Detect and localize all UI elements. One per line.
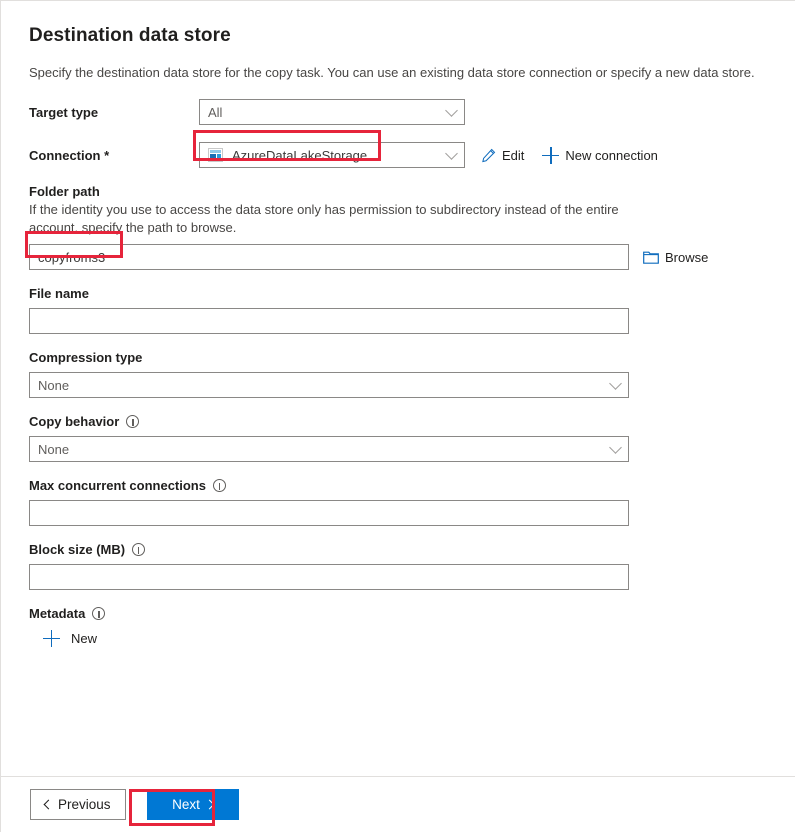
chevron-left-icon — [44, 800, 54, 810]
file-name-label: File name — [29, 286, 767, 301]
max-concurrent-connections-group: Max concurrent connections — [29, 478, 767, 526]
file-name-input[interactable] — [29, 308, 629, 334]
connection-row: Connection * AzureDataLakeStorage — [29, 142, 767, 168]
metadata-label-text: Metadata — [29, 606, 85, 621]
edit-connection-label: Edit — [502, 148, 524, 163]
metadata-new-label: New — [71, 631, 97, 646]
plus-icon — [43, 630, 60, 647]
folder-path-label: Folder path — [29, 184, 767, 199]
folder-path-label-text: Folder path — [29, 184, 100, 199]
compression-type-select[interactable]: None — [29, 372, 629, 398]
previous-button[interactable]: Previous — [30, 789, 126, 820]
target-type-label: Target type — [29, 105, 199, 120]
copy-behavior-group: Copy behavior None — [29, 414, 767, 462]
target-type-select[interactable]: All — [199, 99, 465, 125]
file-name-field-row — [29, 308, 767, 334]
info-icon[interactable] — [132, 543, 145, 556]
copy-behavior-value: None — [38, 442, 69, 457]
destination-data-store-panel: Destination data store Specify the desti… — [0, 0, 795, 832]
page-title: Destination data store — [29, 25, 767, 47]
chevron-down-icon — [445, 147, 458, 160]
chevron-down-icon — [609, 377, 622, 390]
chevron-down-icon — [445, 104, 458, 117]
compression-type-field-row: None — [29, 372, 767, 398]
pencil-icon — [481, 148, 496, 163]
connection-label: Connection * — [29, 148, 199, 163]
folder-icon — [643, 250, 659, 264]
info-icon[interactable] — [126, 415, 139, 428]
max-concurrent-connections-field-row — [29, 500, 767, 526]
connection-select[interactable]: AzureDataLakeStorage — [199, 142, 465, 168]
connection-controls: AzureDataLakeStorage Edit New connection — [199, 142, 658, 168]
folder-path-help: If the identity you use to access the da… — [29, 201, 629, 237]
compression-type-label: Compression type — [29, 350, 767, 365]
edit-connection-button[interactable]: Edit — [481, 148, 524, 163]
metadata-label: Metadata — [29, 606, 767, 621]
folder-path-group: Folder path If the identity you use to a… — [29, 184, 767, 270]
plus-icon — [542, 147, 559, 164]
previous-label: Previous — [58, 797, 111, 812]
file-name-label-text: File name — [29, 286, 89, 301]
folder-path-value: copyfroms3 — [38, 250, 105, 265]
new-connection-button[interactable]: New connection — [542, 147, 658, 164]
max-concurrent-connections-label: Max concurrent connections — [29, 478, 767, 493]
form-content: Destination data store Specify the desti… — [1, 1, 795, 776]
max-concurrent-connections-input[interactable] — [29, 500, 629, 526]
file-name-group: File name — [29, 286, 767, 334]
new-connection-label: New connection — [565, 148, 658, 163]
copy-behavior-label: Copy behavior — [29, 414, 767, 429]
target-type-value: All — [208, 105, 222, 120]
copy-behavior-field-row: None — [29, 436, 767, 462]
chevron-right-icon — [204, 800, 214, 810]
compression-type-group: Compression type None — [29, 350, 767, 398]
info-icon[interactable] — [92, 607, 105, 620]
block-size-label: Block size (MB) — [29, 542, 767, 557]
browse-label: Browse — [665, 250, 708, 265]
info-icon[interactable] — [213, 479, 226, 492]
max-concurrent-connections-label-text: Max concurrent connections — [29, 478, 206, 493]
azure-data-lake-storage-icon — [208, 148, 223, 162]
page-description: Specify the destination data store for t… — [29, 64, 767, 82]
browse-button[interactable]: Browse — [643, 250, 708, 265]
folder-path-input[interactable]: copyfroms3 — [29, 244, 629, 270]
next-button[interactable]: Next — [147, 789, 239, 820]
compression-type-label-text: Compression type — [29, 350, 142, 365]
copy-behavior-label-text: Copy behavior — [29, 414, 119, 429]
copy-behavior-select[interactable]: None — [29, 436, 629, 462]
metadata-new-button[interactable]: New — [43, 630, 97, 647]
next-label: Next — [172, 797, 200, 812]
metadata-group: Metadata New — [29, 606, 767, 652]
target-type-row: Target type All — [29, 99, 767, 125]
wizard-footer: Previous Next — [1, 776, 795, 832]
chevron-down-icon — [609, 441, 622, 454]
block-size-field-row — [29, 564, 767, 590]
block-size-input[interactable] — [29, 564, 629, 590]
connection-value: AzureDataLakeStorage — [232, 148, 367, 163]
compression-type-value: None — [38, 378, 69, 393]
block-size-group: Block size (MB) — [29, 542, 767, 590]
block-size-label-text: Block size (MB) — [29, 542, 125, 557]
folder-path-field-row: copyfroms3 Browse — [29, 244, 767, 270]
